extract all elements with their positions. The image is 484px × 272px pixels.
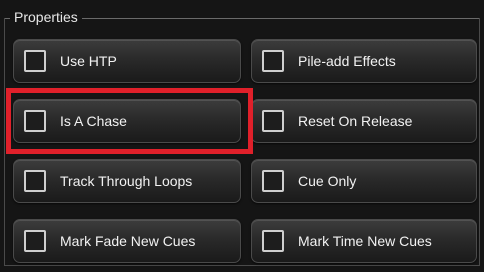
properties-panel: Properties Use HTP Pile-add Effects Is A… [0, 0, 484, 272]
checkbox-icon[interactable] [262, 230, 284, 252]
checkbox-icon[interactable] [24, 230, 46, 252]
mark-fade-new-cues-toggle[interactable]: Mark Fade New Cues [13, 219, 241, 263]
checkbox-icon[interactable] [24, 50, 46, 72]
checkbox-icon[interactable] [24, 110, 46, 132]
toggle-label: Pile-add Effects [298, 53, 396, 69]
group-border-bottom [4, 265, 480, 266]
toggle-label: Reset On Release [298, 113, 413, 129]
toggle-label: Mark Time New Cues [298, 233, 432, 249]
track-through-loops-toggle[interactable]: Track Through Loops [13, 159, 241, 203]
toggle-label: Use HTP [60, 53, 117, 69]
checkbox-icon[interactable] [262, 170, 284, 192]
toggle-label: Is A Chase [60, 113, 127, 129]
reset-on-release-toggle[interactable]: Reset On Release [251, 99, 477, 143]
group-title: Properties [10, 8, 82, 26]
group-border-right [479, 18, 480, 266]
toggle-label: Cue Only [298, 173, 357, 189]
toggle-label: Track Through Loops [60, 173, 193, 189]
group-border-left [4, 18, 5, 266]
is-a-chase-toggle[interactable]: Is A Chase [13, 99, 241, 143]
cue-only-toggle[interactable]: Cue Only [251, 159, 477, 203]
use-htp-toggle[interactable]: Use HTP [13, 39, 241, 83]
pile-add-effects-toggle[interactable]: Pile-add Effects [251, 39, 477, 83]
checkbox-icon[interactable] [262, 110, 284, 132]
checkbox-icon[interactable] [24, 170, 46, 192]
toggle-label: Mark Fade New Cues [60, 233, 196, 249]
mark-time-new-cues-toggle[interactable]: Mark Time New Cues [251, 219, 477, 263]
checkbox-icon[interactable] [262, 50, 284, 72]
